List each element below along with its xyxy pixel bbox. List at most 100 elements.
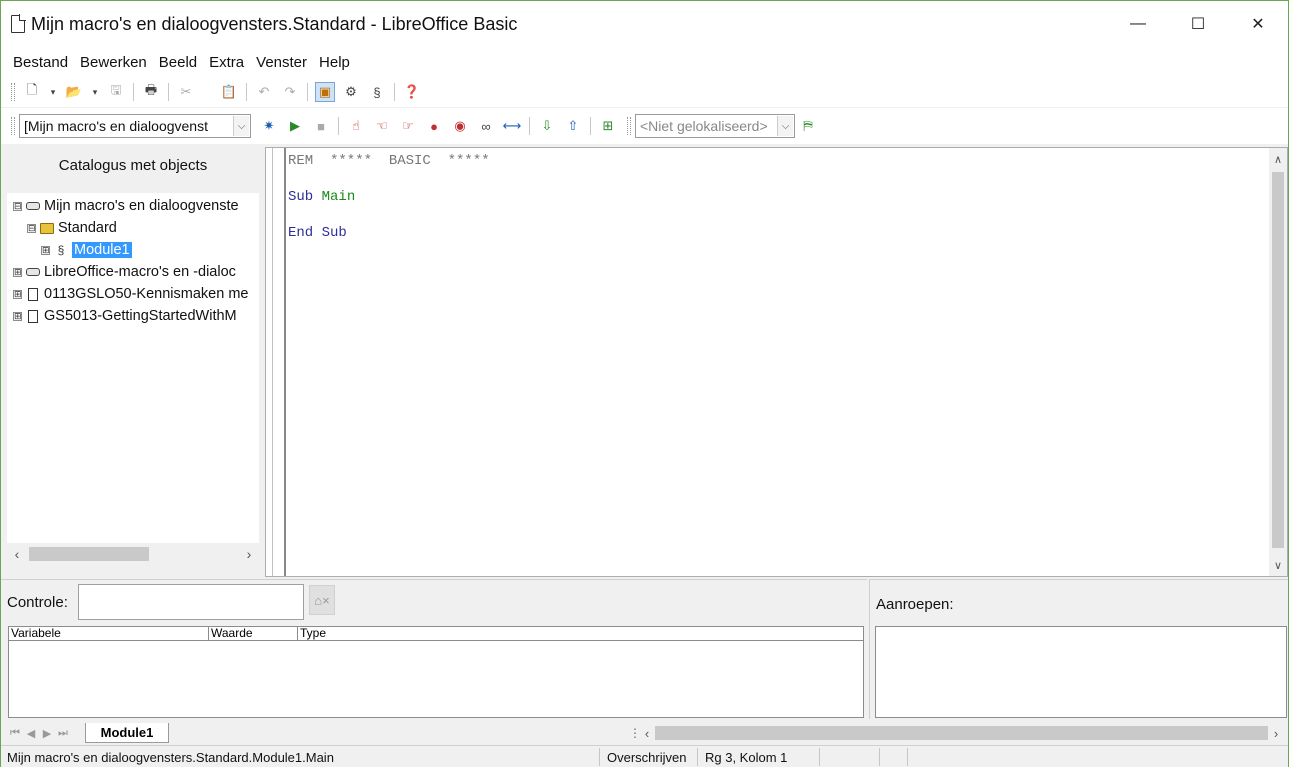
- tree-item-my-macros[interactable]: ⊟ Mijn macro's en dialoogvenste: [13, 195, 239, 217]
- save-source-icon[interactable]: ⇧: [563, 116, 583, 136]
- tree-item-libreoffice-macros[interactable]: ⊞ LibreOffice-macro's en -dialoc: [13, 261, 236, 283]
- chevron-left-icon[interactable]: ‹: [639, 726, 655, 741]
- new-dropdown-icon[interactable]: ▾: [48, 82, 58, 102]
- collapse-icon[interactable]: ⊟: [13, 201, 22, 211]
- stop-icon[interactable]: ■: [311, 116, 331, 136]
- tree-item-label: LibreOffice-macro's en -dialoc: [44, 264, 236, 280]
- step-out-icon[interactable]: ☞: [398, 116, 418, 136]
- print-icon[interactable]: 🖶: [141, 82, 161, 102]
- breakpoint-gutter[interactable]: [266, 148, 286, 576]
- maximize-button[interactable]: ☐: [1168, 1, 1228, 47]
- last-tab-icon[interactable]: ⏭: [55, 727, 71, 740]
- first-tab-icon[interactable]: ⏮: [7, 727, 23, 740]
- close-button[interactable]: ✕: [1228, 1, 1288, 47]
- scroll-thumb[interactable]: [1272, 172, 1284, 548]
- chevron-down-icon[interactable]: ⌵: [233, 116, 249, 136]
- manage-breakpoints-icon[interactable]: ◉: [450, 116, 470, 136]
- menu-bestand[interactable]: Bestand: [7, 54, 74, 71]
- open-dropdown-icon[interactable]: ▾: [90, 82, 100, 102]
- code-text[interactable]: REM ***** BASIC ***** Sub Main End Sub: [288, 152, 490, 242]
- import-dialog-icon[interactable]: ⊞: [598, 116, 618, 136]
- tree-item-module1[interactable]: ⊞ § Module1: [41, 239, 132, 261]
- step-over-icon[interactable]: ☜: [372, 116, 392, 136]
- next-tab-icon[interactable]: ▶: [39, 727, 55, 740]
- tab-navigation: ⏮ ◀ ▶ ⏭: [1, 727, 71, 740]
- menu-beeld[interactable]: Beeld: [153, 54, 203, 71]
- step-into-icon[interactable]: ☝: [346, 116, 366, 136]
- compile-icon[interactable]: ✷: [259, 116, 279, 136]
- drive-icon: [26, 200, 40, 212]
- save-icon[interactable]: 🖫: [106, 82, 126, 102]
- scroll-thumb[interactable]: [29, 547, 149, 561]
- menu-bar: Bestand Bewerken Beeld Extra Venster Hel…: [1, 47, 1288, 77]
- expand-icon[interactable]: ⊞: [13, 267, 22, 277]
- status-separator: [907, 748, 908, 766]
- remove-watch-button[interactable]: ⌂×: [309, 585, 335, 615]
- toolbar-separator: [307, 83, 308, 101]
- watch-input[interactable]: [78, 584, 304, 620]
- cut-icon[interactable]: ✂: [176, 82, 196, 102]
- chevron-right-icon[interactable]: ›: [1268, 726, 1284, 741]
- expand-icon[interactable]: ⊞: [13, 289, 22, 299]
- keyword-sub: Sub: [288, 189, 314, 205]
- chevron-down-icon[interactable]: ∨: [1269, 556, 1287, 574]
- identifier-main: Main: [321, 189, 356, 205]
- watch-table[interactable]: Variabele Waarde Type: [8, 626, 864, 718]
- paste-icon[interactable]: 📋: [219, 82, 239, 102]
- help-icon[interactable]: ❓: [402, 82, 422, 102]
- scroll-track[interactable]: [655, 726, 1268, 740]
- call-stack-list[interactable]: [875, 626, 1287, 718]
- language-combo[interactable]: <Niet gelokaliseerd> ⌵: [635, 114, 795, 138]
- previous-tab-icon[interactable]: ◀: [23, 727, 39, 740]
- collapse-icon[interactable]: ⊟: [27, 223, 36, 233]
- toolbar-separator: [133, 83, 134, 101]
- menu-venster[interactable]: Venster: [250, 54, 313, 71]
- modules-icon[interactable]: §: [367, 82, 387, 102]
- undo-icon[interactable]: ↶: [254, 82, 274, 102]
- status-insert-mode[interactable]: Overschrijven: [601, 746, 686, 768]
- status-cursor-position: Rg 3, Kolom 1: [705, 749, 788, 765]
- toolbar-handle[interactable]: [11, 117, 15, 135]
- menu-extra[interactable]: Extra: [203, 54, 250, 71]
- manage-language-icon[interactable]: ⛿: [798, 116, 818, 136]
- editor-vertical-scrollbar[interactable]: ∧ ∨: [1269, 148, 1287, 576]
- tree-item-document-0113[interactable]: ⊞ 0113GSLO50-Kennismaken me: [13, 283, 248, 305]
- menu-bewerken[interactable]: Bewerken: [74, 54, 153, 71]
- redo-icon[interactable]: ↷: [280, 82, 300, 102]
- catalog-tree[interactable]: ⊟ Mijn macro's en dialoogvenste ⊟ Standa…: [7, 193, 259, 543]
- breakpoint-icon[interactable]: ●: [424, 116, 444, 136]
- column-variabele[interactable]: Variabele: [9, 627, 209, 640]
- tab-module1[interactable]: Module1: [85, 723, 169, 743]
- insert-source-icon[interactable]: ⇩: [537, 116, 557, 136]
- scroll-track[interactable]: [27, 545, 239, 563]
- menu-help[interactable]: Help: [313, 54, 356, 71]
- chevron-up-icon[interactable]: ∧: [1269, 150, 1287, 168]
- column-type[interactable]: Type: [298, 627, 861, 640]
- open-folder-icon[interactable]: 📂: [64, 82, 84, 102]
- find-parentheses-icon[interactable]: ⟷: [502, 116, 522, 136]
- watch-icon[interactable]: ∞: [476, 116, 496, 136]
- catalog-horizontal-scrollbar[interactable]: ‹ ›: [7, 544, 259, 564]
- minimize-button[interactable]: —: [1108, 1, 1168, 47]
- chevron-down-icon[interactable]: ⌵: [777, 116, 793, 136]
- tree-item-standard[interactable]: ⊟ Standard: [27, 217, 117, 239]
- new-document-icon[interactable]: 🗋: [22, 82, 42, 102]
- document-icon: [26, 309, 40, 323]
- macros-icon[interactable]: ⚙: [341, 82, 361, 102]
- chevron-right-icon[interactable]: ›: [239, 544, 259, 564]
- splitter-grip-icon[interactable]: ⋮: [629, 726, 641, 740]
- tree-item-document-gs5013[interactable]: ⊞ GS5013-GettingStartedWithM: [13, 305, 237, 327]
- expand-icon[interactable]: ⊞: [41, 245, 50, 255]
- column-waarde[interactable]: Waarde: [209, 627, 298, 640]
- library-combo[interactable]: [Mijn macro's en dialoogvenst ⌵: [19, 114, 251, 138]
- toolbar-handle[interactable]: [627, 117, 631, 135]
- object-catalog-icon[interactable]: ▣: [315, 82, 335, 102]
- expand-icon[interactable]: ⊞: [13, 311, 22, 321]
- code-editor[interactable]: REM ***** BASIC ***** Sub Main End Sub ∧…: [265, 147, 1288, 577]
- run-icon[interactable]: ▶: [285, 116, 305, 136]
- editor-horizontal-scrollbar[interactable]: ⋮ ‹ ›: [629, 724, 1284, 742]
- status-separator: [599, 748, 600, 766]
- chevron-left-icon[interactable]: ‹: [7, 544, 27, 564]
- toolbar-handle[interactable]: [11, 83, 15, 101]
